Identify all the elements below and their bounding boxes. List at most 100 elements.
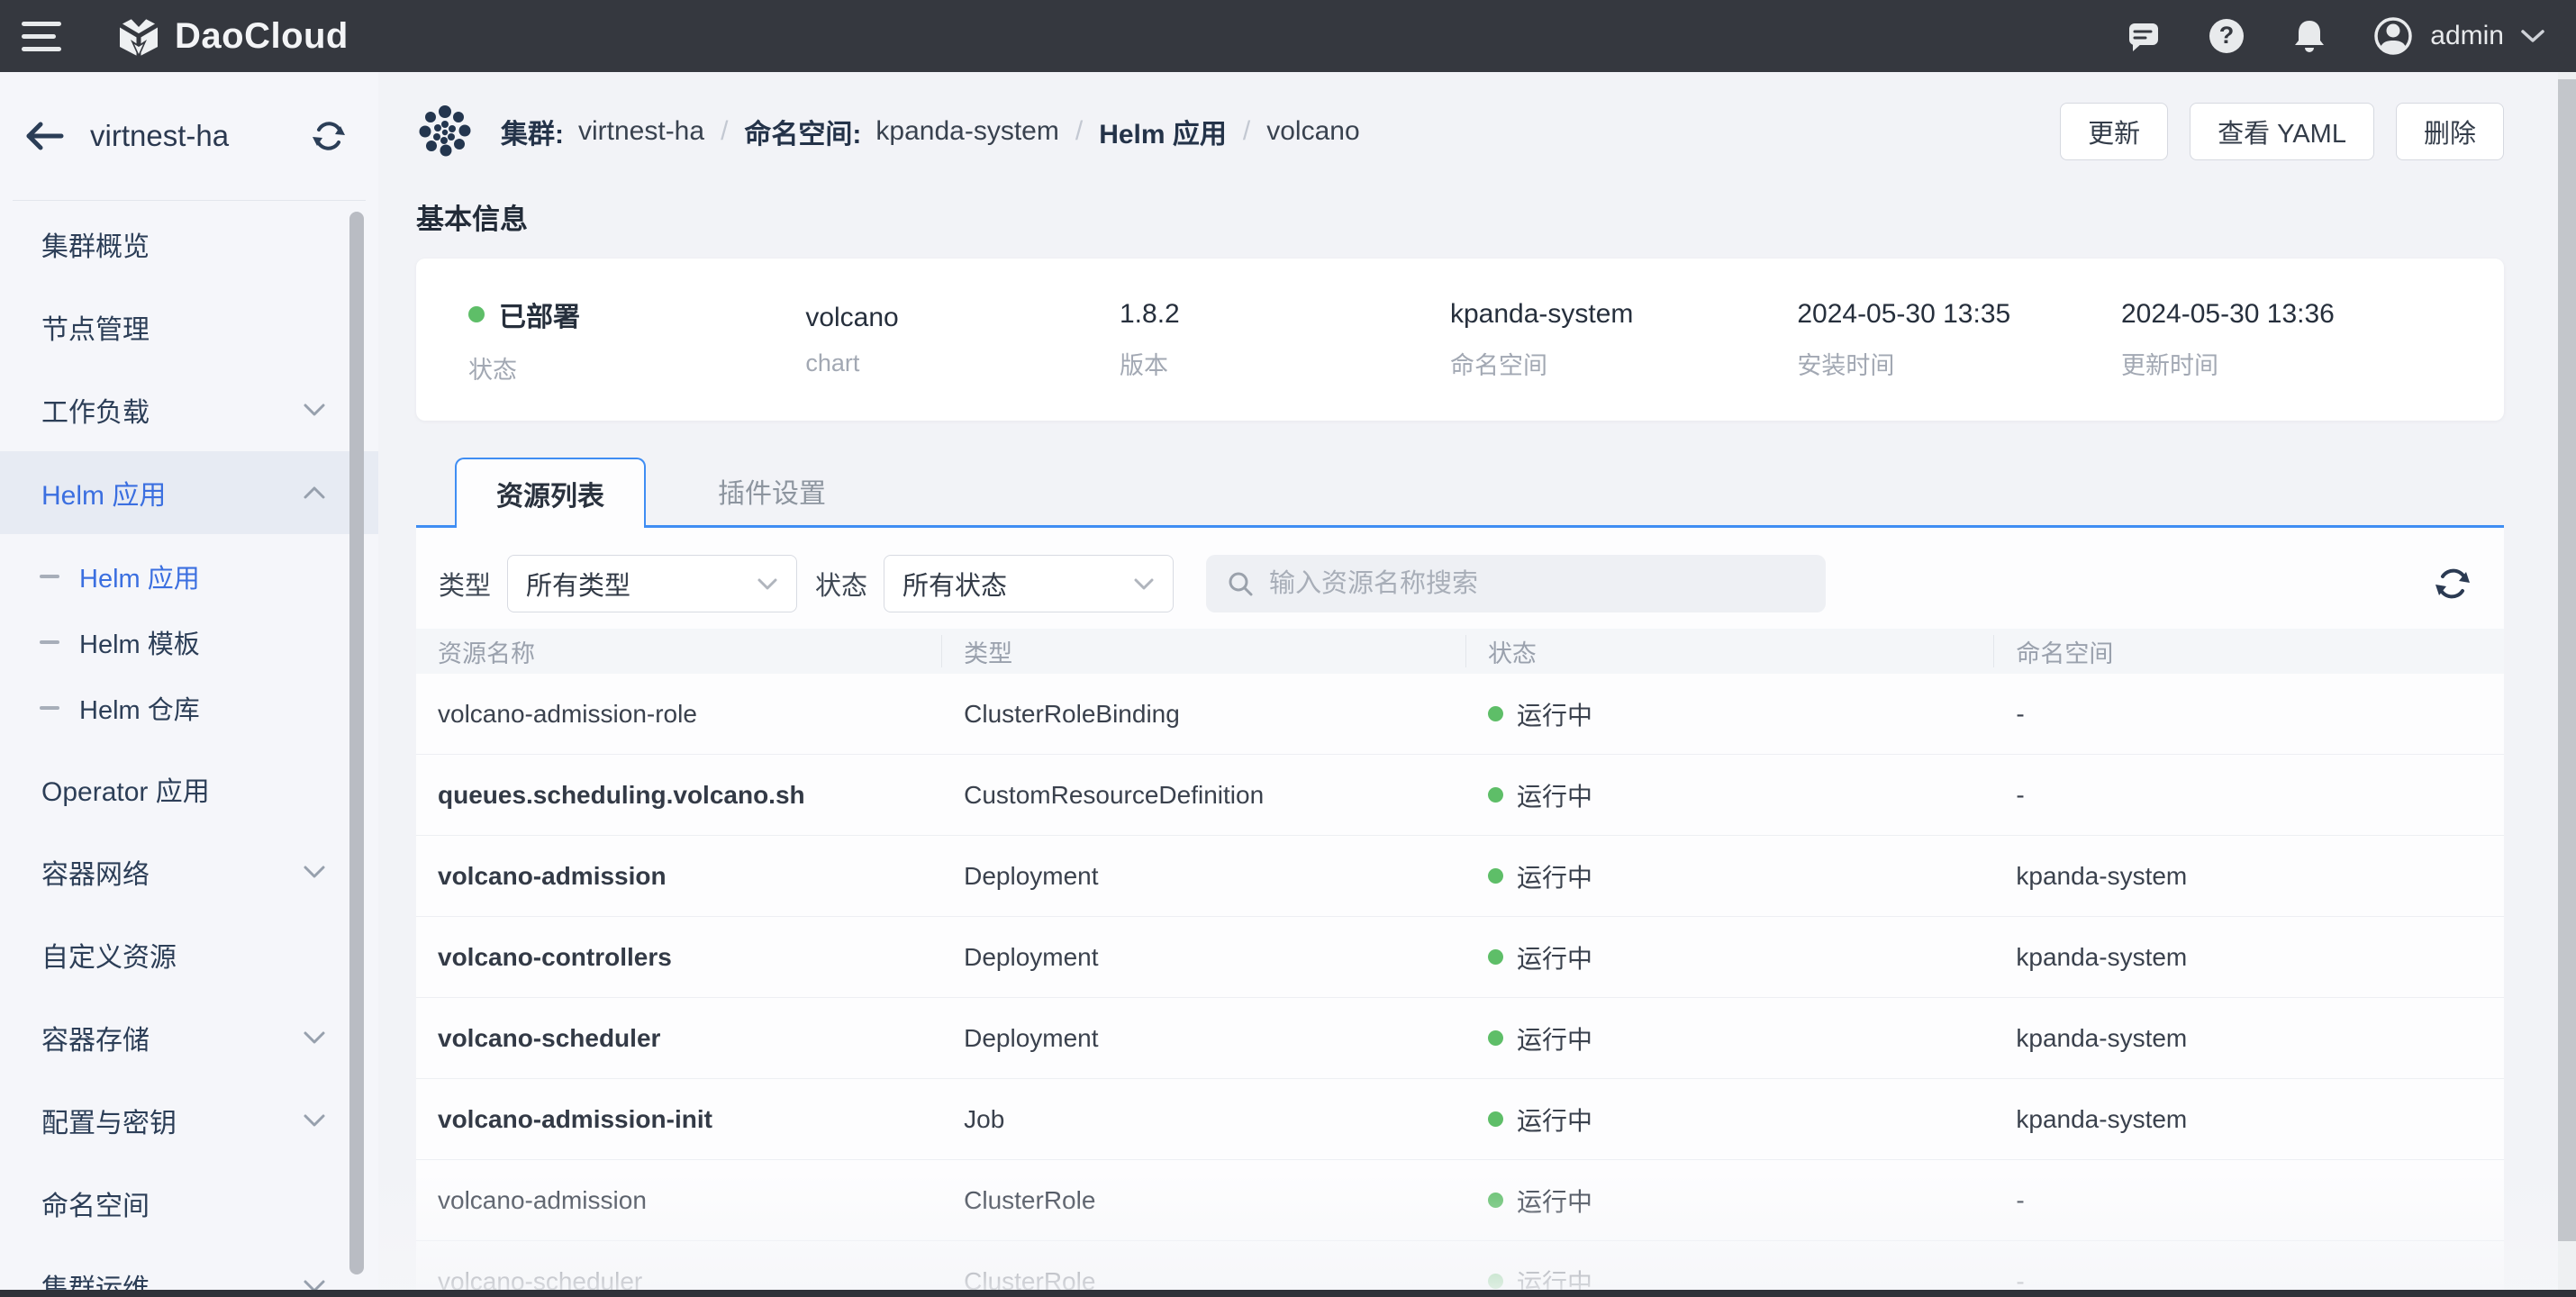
back-arrow-icon[interactable] [23,121,65,151]
view-yaml-button[interactable]: 查看 YAML [2190,103,2374,160]
table-row[interactable]: volcano-admission-role ClusterRoleBindin… [416,674,2504,755]
sidebar-item-cluster-overview[interactable]: 集群概览 [0,203,378,286]
table-row[interactable]: volcano-scheduler ClusterRole 运行中 - [416,1241,2504,1297]
breadcrumb-cluster-value[interactable]: virtnest-ha [578,116,704,147]
column-header-namespace: 命名空间 [1994,635,2504,667]
status-dot-icon [1488,1111,1503,1127]
basic-info-card: 已部署 状态 volcano chart 1.8.2 版本 kpanda-sys… [416,258,2504,421]
resource-kind: ClusterRoleBinding [942,700,1466,729]
sidebar-item-workloads[interactable]: 工作负载 [0,368,378,451]
switch-cluster-icon[interactable] [310,117,348,155]
resource-kind: Deployment [942,1024,1466,1053]
status-select[interactable]: 所有状态 [884,555,1174,612]
breadcrumb-cluster-label: 集群: [501,112,564,151]
status-dot-icon [468,306,485,322]
resource-namespace: - [1994,781,2504,810]
cluster-dots-icon [416,103,474,160]
breadcrumb-current-app: volcano [1266,116,1359,147]
breadcrumb-namespace-value[interactable]: kpanda-system [875,116,1058,147]
table-row[interactable]: volcano-admission-init Job 运行中 kpanda-sy… [416,1079,2504,1160]
message-icon[interactable] [2124,16,2163,56]
resource-name: volcano-admission [416,1186,942,1215]
chevron-down-icon [303,1113,326,1128]
daocloud-logo-icon [115,13,162,59]
sidebar-item-container-network[interactable]: 容器网络 [0,830,378,913]
column-header-name: 资源名称 [416,635,942,667]
breadcrumb-helm-apps[interactable]: Helm 应用 [1099,112,1227,151]
main-content: 集群: virtnest-ha / 命名空间: kpanda-system / … [378,72,2576,1297]
resource-namespace: kpanda-system [1994,1024,2504,1053]
sidebar-item-namespaces[interactable]: 命名空间 [0,1162,378,1245]
table-row[interactable]: volcano-admission ClusterRole 运行中 - [416,1160,2504,1241]
user-menu[interactable]: admin [2372,15,2545,57]
sidebar-item-helm-repos[interactable]: Helm 仓库 [0,675,378,740]
sidebar-item-config-secrets[interactable]: 配置与密钥 [0,1079,378,1162]
table-row[interactable]: queues.scheduling.volcano.sh CustomResou… [416,755,2504,836]
topbar-right: ? admin [2124,15,2545,57]
table-header: 资源名称 类型 状态 命名空间 [416,629,2504,674]
search-input[interactable] [1269,569,1806,599]
type-select[interactable]: 所有类型 [507,555,797,612]
search-box [1206,555,1826,612]
status-dot-icon [1488,787,1503,803]
sidebar-item-container-storage[interactable]: 容器存储 [0,996,378,1079]
table-row[interactable]: volcano-controllers Deployment 运行中 kpand… [416,917,2504,998]
bottom-edge-strip [0,1290,2576,1297]
status-dot-icon [1488,1274,1503,1289]
table-row[interactable]: volcano-scheduler Deployment 运行中 kpanda-… [416,998,2504,1079]
brand-name: DaoCloud [175,16,349,57]
cluster-name: virtnest-ha [90,119,310,153]
table-row[interactable]: volcano-admission Deployment 运行中 kpanda-… [416,836,2504,917]
chevron-down-icon [303,403,326,417]
tab-plugin-settings[interactable]: 插件设置 [709,457,835,525]
resource-status: 运行中 [1466,1020,1994,1057]
delete-button[interactable]: 删除 [2396,103,2504,160]
sidebar-nav: 集群概览 节点管理 工作负载 Helm 应用 Helm 应用 Helm 模板 H… [0,201,378,1297]
resource-kind: Deployment [942,943,1466,972]
tab-resource-list[interactable]: 资源列表 [455,458,646,528]
sidebar-item-custom-resources[interactable]: 自定义资源 [0,913,378,996]
info-field-install-time: 2024-05-30 13:35 安装时间 [1797,299,2121,381]
help-icon[interactable]: ? [2207,16,2246,56]
dash-icon [40,575,59,578]
column-header-status: 状态 [1466,635,1994,667]
search-icon [1226,569,1255,598]
resource-namespace: kpanda-system [1994,943,2504,972]
info-field-update-time: 2024-05-30 13:36 更新时间 [2121,299,2452,381]
status-dot-icon [1488,1193,1503,1208]
window-scrollbar-thumb[interactable] [2558,79,2576,1241]
chevron-down-icon [303,1030,326,1045]
info-field-version: 1.8.2 版本 [1120,299,1450,381]
notification-bell-icon[interactable] [2290,16,2329,56]
status-dot-icon [1488,1030,1503,1046]
resource-status: 运行中 [1466,1102,1994,1138]
username-label: admin [2430,21,2504,51]
sidebar-item-operator-apps[interactable]: Operator 应用 [0,748,378,830]
sidebar-item-helm-apps-group[interactable]: Helm 应用 [0,451,378,534]
status-dot-icon [1488,868,1503,884]
top-bar: DaoCloud ? [0,0,2576,72]
refresh-icon[interactable] [2433,564,2472,603]
sidebar-header: virtnest-ha [0,72,378,200]
info-field-status: 已部署 状态 [468,295,805,385]
filter-row: 类型 所有类型 状态 所有状态 [439,555,2504,612]
sidebar-item-helm-apps[interactable]: Helm 应用 [0,543,378,609]
resource-namespace: - [1994,700,2504,729]
resource-namespace: kpanda-system [1994,862,2504,891]
resource-status: 运行中 [1466,1183,1994,1219]
status-dot-icon [1488,706,1503,721]
brand: DaoCloud [115,13,349,59]
column-header-kind: 类型 [942,635,1466,667]
breadcrumb: 集群: virtnest-ha / 命名空间: kpanda-system / … [416,103,1367,160]
sidebar: virtnest-ha 集群概览 节点管理 工作负载 Helm 应用 [0,72,378,1297]
sidebar-scrollbar[interactable] [349,212,364,1274]
window-scrollbar[interactable] [2558,72,2576,1297]
sidebar-item-helm-templates[interactable]: Helm 模板 [0,609,378,675]
resource-kind: Job [942,1105,1466,1134]
breadcrumb-namespace-label: 命名空间: [744,112,861,151]
hamburger-menu-icon[interactable] [22,22,61,51]
chevron-up-icon [303,485,326,500]
sidebar-item-node-management[interactable]: 节点管理 [0,286,378,368]
update-button[interactable]: 更新 [2060,103,2168,160]
type-filter-label: 类型 [439,565,491,603]
